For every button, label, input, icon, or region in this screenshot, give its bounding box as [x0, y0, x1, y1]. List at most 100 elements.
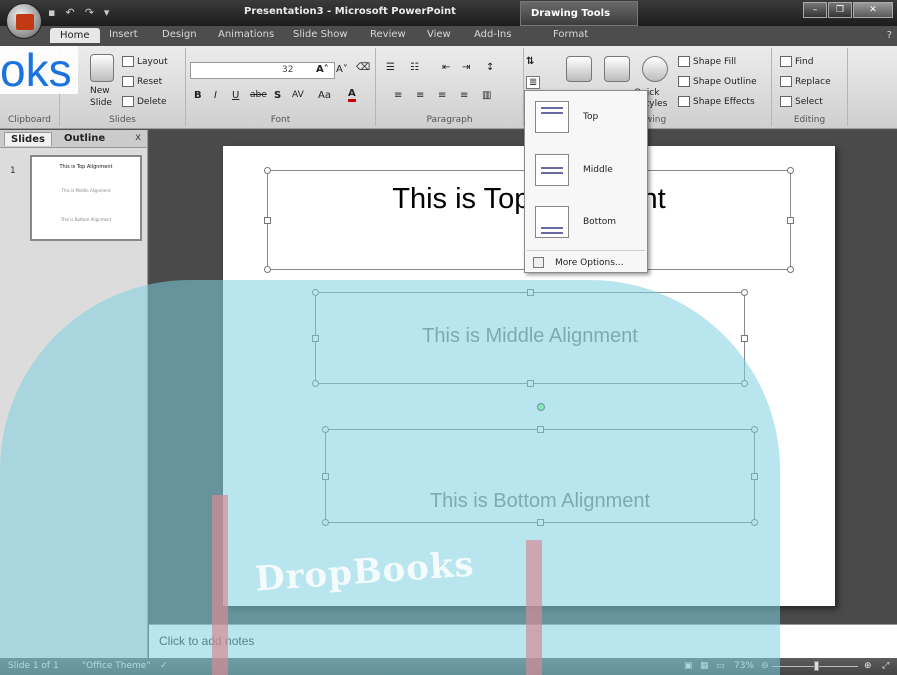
- tab-format[interactable]: Format: [553, 29, 588, 40]
- slide-thumbnail[interactable]: This is Top Alignment This is Middle Ali…: [30, 155, 142, 241]
- save-icon[interactable]: ▪: [48, 6, 55, 19]
- rotation-handle[interactable]: [537, 403, 545, 411]
- align-center-icon[interactable]: ≡: [416, 90, 424, 101]
- arrange-icon[interactable]: [604, 56, 630, 82]
- resize-handle[interactable]: [312, 335, 319, 342]
- font-color-button[interactable]: A: [348, 88, 356, 102]
- reset-button[interactable]: Reset: [122, 76, 162, 87]
- resize-handle[interactable]: [527, 289, 534, 296]
- align-left-icon[interactable]: ≡: [394, 90, 402, 101]
- resize-handle[interactable]: [751, 473, 758, 480]
- slide-sorter-icon[interactable]: ▦: [700, 661, 709, 671]
- quick-styles-icon[interactable]: [642, 56, 668, 82]
- tab-view[interactable]: View: [427, 29, 451, 40]
- resize-handle[interactable]: [322, 426, 329, 433]
- numbering-icon[interactable]: ☷: [410, 62, 419, 73]
- shrink-font-icon[interactable]: A˅: [336, 64, 348, 75]
- minimize-button[interactable]: –: [803, 2, 827, 18]
- zoom-out-icon[interactable]: ⊖: [761, 661, 769, 671]
- restore-button[interactable]: ❐: [828, 2, 852, 18]
- char-spacing-button[interactable]: AV: [292, 90, 304, 100]
- columns-icon[interactable]: ▥: [482, 90, 491, 101]
- spell-check-icon[interactable]: ✓: [160, 661, 168, 671]
- resize-handle[interactable]: [787, 266, 794, 273]
- bottom-alignment-text[interactable]: This is Bottom Alignment: [326, 490, 754, 513]
- shape-fill-button[interactable]: Shape Fill: [678, 56, 736, 67]
- resize-handle[interactable]: [264, 266, 271, 273]
- resize-handle[interactable]: [264, 217, 271, 224]
- tab-design[interactable]: Design: [162, 29, 197, 40]
- normal-view-icon[interactable]: ▣: [684, 661, 693, 671]
- menu-item-bottom[interactable]: Bottom: [525, 198, 647, 248]
- change-case-button[interactable]: Aa: [318, 90, 331, 101]
- grow-font-icon[interactable]: A˄: [316, 64, 329, 75]
- tab-review[interactable]: Review: [370, 29, 406, 40]
- bullets-icon[interactable]: ☰: [386, 62, 395, 73]
- undo-icon[interactable]: ↶: [65, 6, 74, 19]
- resize-handle[interactable]: [322, 519, 329, 526]
- strikethrough-button[interactable]: abe: [250, 90, 267, 100]
- delete-button[interactable]: Delete: [122, 96, 167, 107]
- resize-handle[interactable]: [322, 473, 329, 480]
- resize-handle[interactable]: [787, 217, 794, 224]
- resize-handle[interactable]: [787, 167, 794, 174]
- fit-window-icon[interactable]: ⤢: [882, 661, 889, 671]
- shadow-button[interactable]: S: [274, 90, 281, 101]
- resize-handle[interactable]: [741, 289, 748, 296]
- close-button[interactable]: ✕: [853, 2, 893, 18]
- tab-animations[interactable]: Animations: [218, 29, 274, 40]
- find-button[interactable]: Find: [780, 56, 813, 67]
- replace-button[interactable]: Replace: [780, 76, 831, 87]
- tab-insert[interactable]: Insert: [109, 29, 138, 40]
- decrease-indent-icon[interactable]: ⇤: [442, 62, 450, 73]
- tab-home[interactable]: Home: [50, 28, 100, 43]
- resize-handle[interactable]: [741, 380, 748, 387]
- clear-format-icon[interactable]: ⌫: [356, 62, 370, 73]
- resize-handle[interactable]: [312, 289, 319, 296]
- underline-button[interactable]: U: [232, 90, 239, 101]
- shapes-icon[interactable]: [566, 56, 592, 82]
- shape-effects-button[interactable]: Shape Effects: [678, 96, 755, 107]
- new-slide-label[interactable]: New: [90, 86, 110, 96]
- resize-handle[interactable]: [751, 426, 758, 433]
- customize-icon[interactable]: ▾: [104, 6, 110, 19]
- pane-close-button[interactable]: x: [135, 132, 141, 143]
- zoom-slider-thumb[interactable]: [814, 661, 819, 671]
- menu-item-top[interactable]: Top: [525, 93, 647, 143]
- layout-button[interactable]: Layout: [122, 56, 168, 67]
- more-options-item[interactable]: More Options...: [525, 254, 647, 272]
- office-button[interactable]: [6, 3, 42, 39]
- tab-add-ins[interactable]: Add-Ins: [474, 29, 511, 40]
- line-spacing-icon[interactable]: ↕: [486, 62, 494, 73]
- resize-handle[interactable]: [537, 519, 544, 526]
- notes-pane[interactable]: Click to add notes: [149, 624, 897, 658]
- tab-slides[interactable]: Slides: [4, 132, 52, 146]
- new-slide-label-2[interactable]: Slide: [90, 98, 112, 108]
- help-icon[interactable]: ?: [887, 30, 892, 41]
- middle-alignment-text[interactable]: This is Middle Alignment: [316, 325, 744, 348]
- justify-icon[interactable]: ≡: [460, 90, 468, 101]
- redo-icon[interactable]: ↷: [85, 6, 94, 19]
- align-right-icon[interactable]: ≡: [438, 90, 446, 101]
- shape-outline-button[interactable]: Shape Outline: [678, 76, 757, 87]
- middle-aligned-textbox[interactable]: This is Middle Alignment: [312, 289, 748, 387]
- zoom-level[interactable]: 73%: [734, 661, 754, 671]
- resize-handle[interactable]: [537, 426, 544, 433]
- italic-button[interactable]: I: [214, 90, 217, 101]
- resize-handle[interactable]: [741, 335, 748, 342]
- resize-handle[interactable]: [312, 380, 319, 387]
- font-name-input[interactable]: [190, 62, 335, 79]
- bottom-aligned-textbox[interactable]: This is Bottom Alignment: [322, 403, 758, 526]
- new-slide-icon[interactable]: [90, 54, 114, 82]
- increase-indent-icon[interactable]: ⇥: [462, 62, 470, 73]
- select-button[interactable]: Select: [780, 96, 823, 107]
- tab-slide-show[interactable]: Slide Show: [293, 29, 348, 40]
- slide-show-icon[interactable]: ▭: [716, 661, 725, 671]
- zoom-in-icon[interactable]: ⊕: [864, 661, 872, 671]
- resize-handle[interactable]: [527, 380, 534, 387]
- resize-handle[interactable]: [751, 519, 758, 526]
- tab-outline[interactable]: Outline: [58, 132, 111, 145]
- menu-item-middle[interactable]: Middle: [525, 146, 647, 196]
- font-size-input[interactable]: 32: [282, 65, 293, 75]
- bold-button[interactable]: B: [194, 90, 202, 101]
